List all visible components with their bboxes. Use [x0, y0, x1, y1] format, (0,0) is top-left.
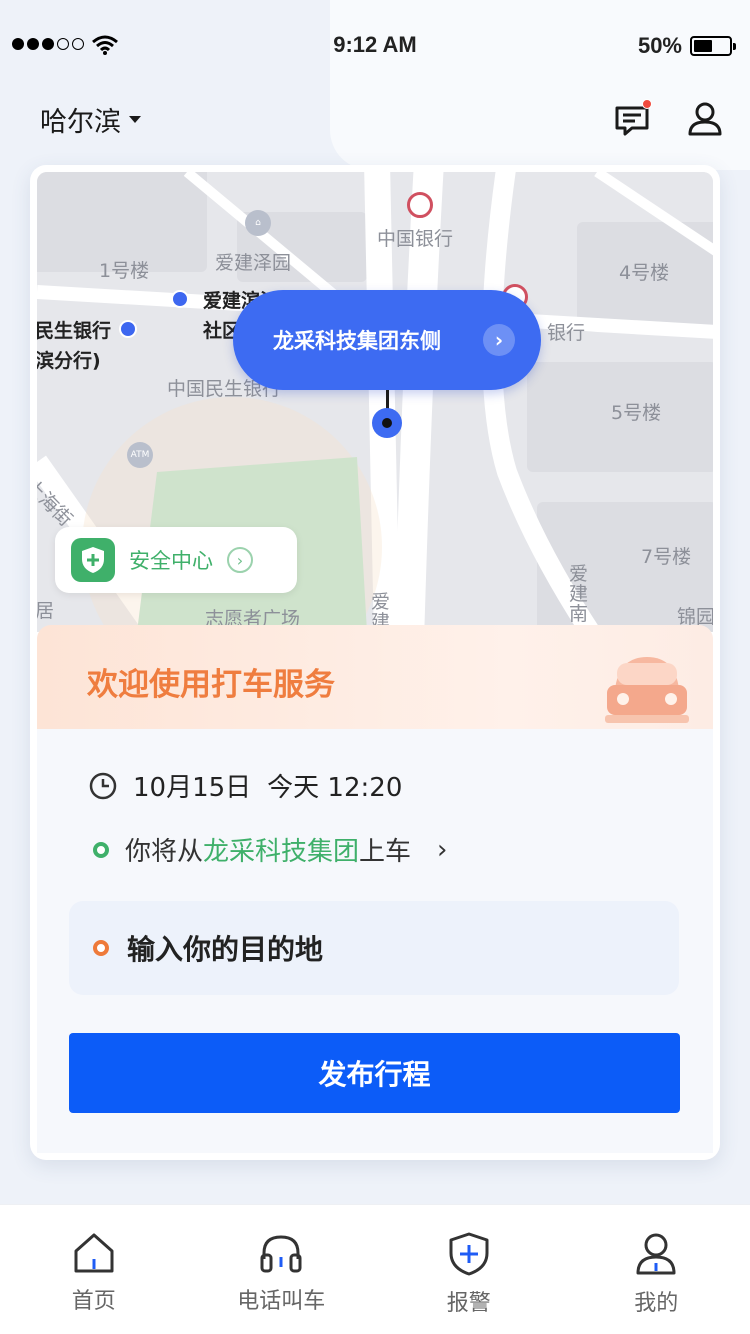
poi-marker[interactable] [119, 320, 137, 338]
tab-phone-call-label: 电话叫车 [237, 1289, 326, 1314]
map-label-china-bank: 中国银行 [377, 228, 454, 250]
ride-card: ⌂ ATM 中国银行 爱建泽园 1号楼 4号楼 爱建滨江国际 社区 民生银行 滨… [30, 165, 720, 1160]
home-poi-icon: ⌂ [245, 210, 271, 236]
pickup-row[interactable]: 你将从龙采科技集团上车 › [93, 831, 447, 868]
welcome-banner: 欢迎使用打车服务 [37, 625, 713, 729]
chevron-right-icon: › [437, 834, 448, 865]
poi-marker[interactable] [171, 290, 189, 308]
clock-icon [89, 772, 117, 799]
pickup-pin-icon[interactable] [372, 408, 402, 438]
headset-icon [260, 1235, 302, 1273]
map-label-building-7: 7号楼 [641, 546, 692, 568]
car-illustration-icon [605, 657, 689, 723]
tab-home-label: 首页 [71, 1289, 116, 1314]
pickup-text: 你将从龙采科技集团上车 [125, 837, 412, 867]
tab-mine[interactable]: 我的 [563, 1205, 750, 1334]
profile-icon [636, 1233, 676, 1275]
departure-date: 10月15日 [133, 773, 252, 803]
pickup-point-label: 龙采科技集团东侧 [273, 329, 441, 353]
map-label-aijian-zeyuan: 爱建泽园 [215, 252, 292, 274]
tab-alarm-label: 报警 [446, 1291, 491, 1316]
tab-phone-call[interactable]: 电话叫车 [188, 1205, 376, 1334]
shield-plus-icon [449, 1232, 489, 1276]
tab-alarm[interactable]: 报警 [375, 1205, 563, 1334]
welcome-title: 欢迎使用打车服务 [87, 667, 335, 703]
tab-mine-label: 我的 [634, 1291, 679, 1316]
tab-home[interactable]: 首页 [0, 1205, 188, 1334]
chevron-right-icon: › [227, 547, 253, 573]
departure-day-time: 今天 12:20 [267, 773, 403, 803]
city-name: 哈尔滨 [40, 107, 121, 138]
trip-panel: 10月15日 今天 12:20 你将从龙采科技集团上车 › 输入你的目的地 发布… [37, 729, 713, 1153]
pickup-place: 龙采科技集团 [203, 837, 360, 867]
destination-input[interactable]: 输入你的目的地 [69, 901, 679, 995]
pickup-point-bubble[interactable]: 龙采科技集团东侧 › [233, 290, 541, 390]
messages-button[interactable] [612, 99, 652, 140]
departure-time-row[interactable]: 10月15日 今天 12:20 [89, 767, 402, 804]
map-label-building-5: 5号楼 [611, 402, 662, 424]
battery-icon [690, 36, 736, 56]
home-icon [74, 1233, 114, 1273]
city-selector[interactable]: 哈尔滨 [40, 100, 141, 139]
map-label-bank-right: 银行 [547, 322, 586, 344]
safety-center-button[interactable]: 安全中心 › [55, 527, 297, 593]
map-label-branch: 滨分行) [37, 350, 101, 372]
user-icon [688, 102, 722, 136]
pickup-dot-icon [93, 841, 109, 858]
profile-button[interactable] [686, 100, 724, 138]
destination-placeholder: 输入你的目的地 [127, 933, 324, 966]
map-label-minsheng-bank-left: 民生银行 [37, 320, 112, 342]
map-label-building-1: 1号楼 [99, 260, 150, 282]
status-bar: 9:12 AM 50% [0, 0, 750, 90]
unread-badge [642, 99, 652, 109]
publish-trip-button[interactable]: 发布行程 [69, 1033, 680, 1113]
caret-down-icon [129, 116, 141, 123]
map-view[interactable]: ⌂ ATM 中国银行 爱建泽园 1号楼 4号楼 爱建滨江国际 社区 民生银行 滨… [37, 172, 713, 632]
map-street-right: 爱建南 [569, 563, 589, 625]
bottom-tab-bar: 首页 电话叫车 报警 我的 [0, 1204, 750, 1334]
atm-icon: ATM [127, 442, 153, 468]
shield-icon [71, 538, 115, 582]
destination-dot-icon [93, 940, 109, 956]
battery-percentage: 50% [637, 33, 682, 58]
safety-center-label: 安全中心 [129, 549, 213, 573]
bank-icon [407, 192, 433, 218]
chevron-right-icon: › [483, 324, 515, 356]
map-label-building-4: 4号楼 [619, 262, 670, 284]
map-label-ju: 居 [37, 600, 55, 622]
